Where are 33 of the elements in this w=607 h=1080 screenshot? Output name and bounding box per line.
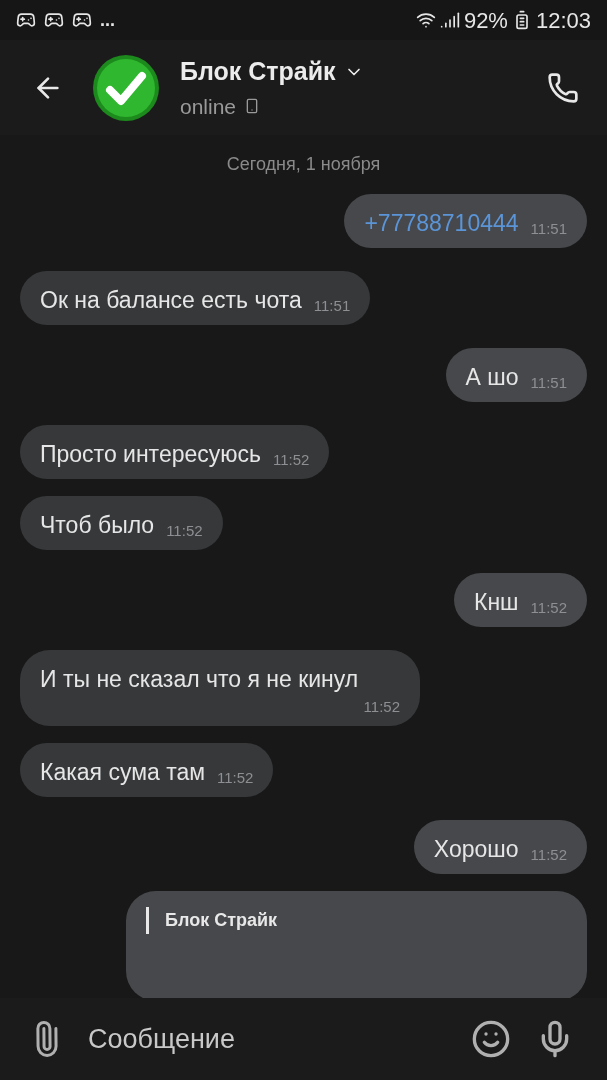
message-text: И ты не сказал что я не кинул [40, 665, 359, 694]
message-text: Хорошо [433, 835, 519, 864]
message-text: Какая сума там [40, 758, 205, 787]
more-notifications: ... [100, 8, 115, 32]
message-text: А шо [465, 363, 519, 392]
message-time: 11:52 [166, 521, 203, 541]
message-time: 11:52 [530, 845, 567, 865]
clock: 12:03 [535, 6, 591, 35]
contact-name[interactable]: Блок Страйк [180, 53, 336, 91]
message-text: Кнш [474, 588, 519, 617]
avatar-drawing [92, 53, 160, 122]
notification-icon [16, 10, 36, 30]
date-divider: Сегодня, 1 ноября [226, 153, 381, 176]
online-status: online [180, 93, 237, 120]
notification-icon [44, 10, 64, 30]
wifi-icon [415, 10, 436, 30]
quoted-author: Блок Страйк [165, 910, 278, 930]
message-time: 11:51 [313, 296, 351, 316]
message-time: 11:51 [530, 219, 567, 239]
signal-icon [439, 10, 460, 30]
emoji-icon[interactable] [471, 1019, 511, 1059]
message-time: 11:52 [273, 450, 310, 470]
message-text: Чтоб было [40, 511, 155, 540]
message-text: Просто интересуюсь [40, 440, 261, 469]
battery-percent: 92% [463, 6, 508, 35]
message-time: 11:52 [217, 768, 254, 788]
message-text: Ок на балансе есть чота [40, 286, 302, 315]
phone-icon [547, 71, 579, 104]
message-time: 11:52 [530, 598, 567, 618]
message-time: 11:52 [363, 697, 400, 717]
notification-icon [72, 10, 92, 30]
message-field[interactable]: Сообщение [88, 1018, 471, 1060]
message-time: 11:51 [530, 373, 567, 393]
